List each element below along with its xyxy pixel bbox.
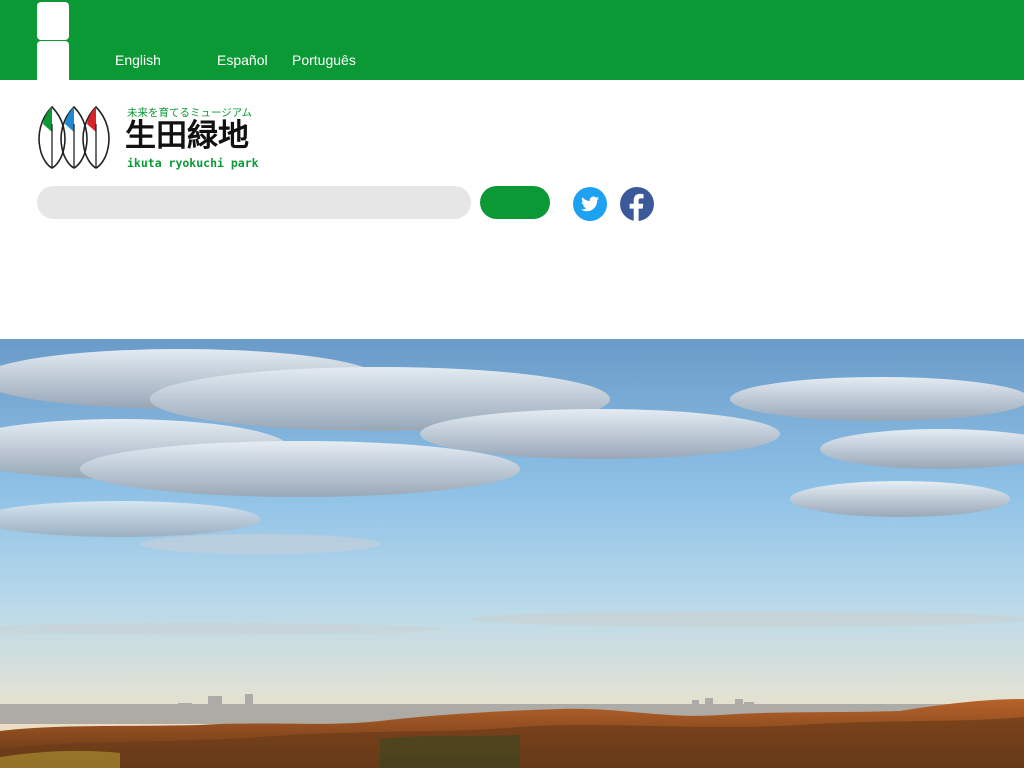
facebook-icon	[629, 193, 644, 221]
language-link-english[interactable]: English	[115, 51, 161, 69]
logo-subtitle: ikuta ryokuchi park	[127, 156, 259, 170]
search-input[interactable]	[37, 186, 471, 219]
search-button[interactable]	[480, 186, 550, 219]
site-logo[interactable]: 未来を育てるミュージアム 生田緑地 ikuta ryokuchi park	[37, 104, 267, 174]
facebook-link[interactable]	[620, 187, 654, 221]
header-tab-block-2[interactable]	[37, 41, 69, 80]
top-bar: English Español Português	[0, 0, 1024, 80]
twitter-link[interactable]	[573, 187, 607, 221]
logo-leaves-icon	[38, 105, 110, 169]
twitter-icon	[581, 196, 599, 212]
language-link-espanol[interactable]: Español	[217, 51, 268, 69]
language-link-portugues[interactable]: Português	[292, 51, 356, 69]
header-tab-block-1[interactable]	[37, 2, 69, 40]
logo-title: 生田緑地	[125, 118, 249, 154]
hero-image	[0, 339, 1024, 768]
